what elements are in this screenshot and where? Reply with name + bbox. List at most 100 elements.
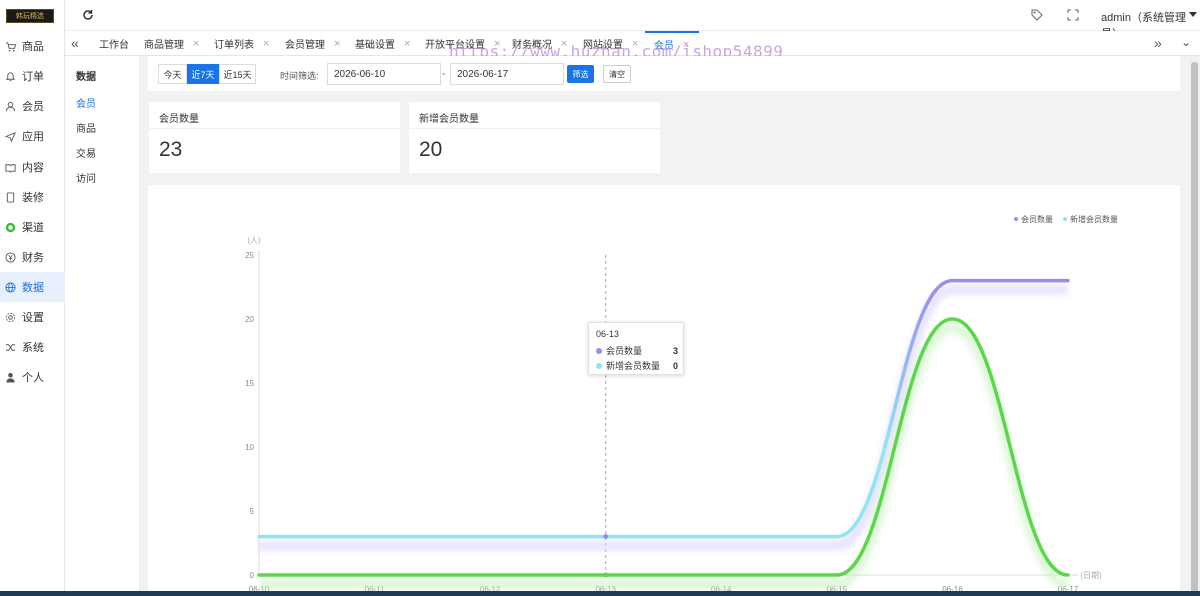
start-date-input[interactable]: 2026-06-10 [327,63,441,85]
filter-button[interactable]: 筛选 [567,65,594,83]
filter-label: 时间筛选: [280,71,319,81]
tag-icon[interactable] [1031,9,1043,24]
legend-label: 会员数量 [1021,214,1053,224]
tooltip-series-name: 新增会员数量 [606,361,661,371]
sidebar-item-label: 应用 [22,131,44,143]
submenu-item-1[interactable]: 商品 [76,120,96,135]
date-filter-bar: 今天 近7天 近15天 时间筛选: 2026-06-10 - 2026-06-1… [148,56,1180,91]
range-today-button[interactable]: 今天 [158,64,187,84]
user-icon [4,100,16,112]
gear-icon [4,311,16,323]
series-dot [596,347,602,354]
sidebar-item-label: 订单 [22,71,44,83]
y-tick-label: 15 [245,379,254,388]
tooltip-series-value: 3 [672,345,678,356]
tab-3[interactable]: 会员管理 × [285,31,340,56]
bell-icon [4,70,16,82]
y-tick-label: 5 [250,507,255,516]
y-axis-label: (人) [247,236,261,245]
globe-icon [4,281,16,293]
y-tick-label: 25 [245,251,254,260]
close-icon[interactable]: × [193,38,199,50]
tab-1[interactable]: 商品管理 × [144,31,199,56]
range-15days-button[interactable]: 近15天 [219,64,256,84]
scroll-right-icon[interactable]: » [1154,35,1162,51]
chart-tooltip: 06-13 会员数量 3 新增会员数量 0 [588,322,684,375]
page-scrollbar[interactable] [1189,56,1200,596]
submenu-title: 数据 [76,72,96,83]
fullscreen-icon[interactable] [1067,9,1079,24]
end-date-input[interactable]: 2026-06-17 [450,63,564,85]
tooltip-series-name: 会员数量 [606,346,643,356]
date-separator: - [442,69,446,80]
close-icon[interactable]: × [334,38,340,50]
y-tick-label: 0 [250,571,255,580]
legend-dot [1014,217,1018,221]
chevron-down-icon[interactable] [1189,12,1197,17]
tab-label: 商品管理 [144,40,184,51]
tooltip-row: 新增会员数量 0 [596,359,678,372]
sidebar-item-1[interactable]: 订单 [0,61,65,91]
stat-value: 20 [419,138,443,161]
top-header: admin（系统管理员） [65,0,1200,40]
sidebar-item-label: 会员 [22,101,44,113]
logo-text: 韩玩精选 [16,12,44,20]
scroll-left-icon[interactable]: « [71,35,79,51]
sidebar-item-label: 内容 [22,162,44,174]
submenu-item-3[interactable]: 访问 [76,170,96,185]
sidebar-item-label: 商品 [22,41,44,53]
close-icon[interactable]: × [404,38,410,50]
tab-label: 工作台 [99,40,129,51]
book-icon [4,161,16,173]
sidebar-item-11[interactable]: 个人 [0,362,65,392]
sidebar-item-2[interactable]: 会员 [0,91,65,121]
hover-point [603,572,609,578]
logo[interactable]: 韩玩精选 [6,9,54,23]
sidebar-item-label: 财务 [22,252,44,264]
close-icon[interactable]: × [263,38,269,50]
stat-label: 新增会员数量 [419,114,479,125]
sidebar-item-8[interactable]: 数据 [0,272,65,302]
divider [409,128,660,129]
refresh-icon[interactable] [82,9,94,24]
wechat-icon [4,221,16,233]
sidebar-item-7[interactable]: 财务 [0,242,65,272]
tab-label: 基础设置 [355,40,395,51]
tab-2[interactable]: 订单列表 × [214,31,269,56]
sidebar-item-10[interactable]: 系统 [0,332,65,362]
shuffle-icon [4,341,16,353]
sidebar-item-3[interactable]: 应用 [0,121,65,151]
submenu-item-0[interactable]: 会员 [76,95,96,110]
clear-button[interactable]: 清空 [603,65,631,83]
sidebar-item-6[interactable]: 渠道 [0,212,65,242]
y-tick-label: 10 [245,443,254,452]
submenu-item-2[interactable]: 交易 [76,145,96,160]
chevron-down-icon[interactable]: ⌄ [1181,35,1191,49]
send-icon [4,130,16,142]
tooltip-row: 会员数量 3 [596,344,678,357]
scrollbar-thumb[interactable] [1191,62,1198,594]
series-dot [596,362,602,369]
sidebar-item-label: 数据 [22,282,44,294]
yen-icon [4,251,16,263]
sidebar-item-5[interactable]: 装修 [0,182,65,212]
tooltip-series-value: 0 [672,360,678,371]
sidebar-item-label: 系统 [22,342,44,354]
sidebar-item-0[interactable]: 商品 [0,31,65,61]
members-line-chart[interactable]: (人)051015202506-10 06-11 06-12 06-13 06-14 06… [148,185,1180,596]
sidebar-item-4[interactable]: 内容 [0,152,65,182]
stat-value: 23 [159,138,183,161]
legend-dot [1063,217,1067,221]
range-7days-button[interactable]: 近7天 [187,64,219,84]
tab-4[interactable]: 基础设置 × [355,31,410,56]
data-submenu: 数据 会员商品交易访问 [65,56,140,596]
tab-0[interactable]: 工作台 [99,31,129,56]
tooltip-date: 06-13 [596,329,620,339]
sidebar-item-label: 个人 [22,372,44,384]
person-icon [4,371,16,383]
sidebar-item-9[interactable]: 设置 [0,302,65,332]
x-axis-label: (日期) [1080,571,1102,580]
bottom-taskbar-strip [0,591,1200,596]
y-tick-label: 20 [245,315,254,324]
stat-card-members: 会员数量 23 [149,102,400,173]
